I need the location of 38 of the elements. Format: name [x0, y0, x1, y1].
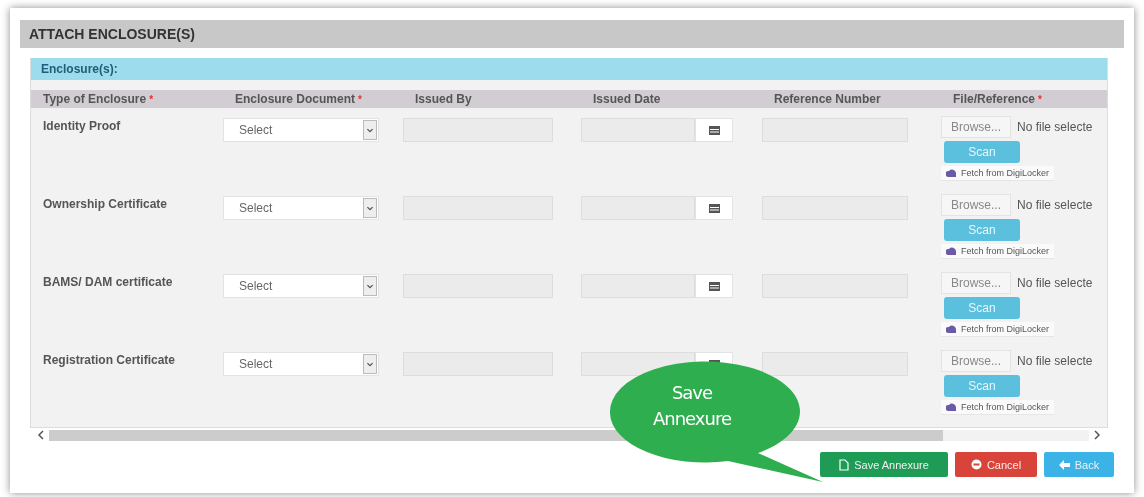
enclosure-type: BAMS/ DAM certificate	[42, 275, 173, 289]
fetch-link[interactable]: Fetch from DigiLocker	[941, 400, 1055, 415]
file-status: No file selecte	[1017, 198, 1093, 212]
scan-button[interactable]: Scan	[944, 141, 1020, 163]
fetch-link[interactable]: Fetch from DigiLocker	[941, 244, 1055, 259]
enclosure-type: Registration Certificate	[42, 353, 176, 367]
file-status: No file selecte	[1017, 354, 1093, 368]
file-status: No file selecte	[1017, 276, 1093, 290]
column-header: Issued By	[415, 92, 472, 106]
column-header: File/Reference	[953, 92, 1036, 106]
column-header: Type of Enclosure	[43, 92, 147, 106]
document-select[interactable]: Select	[223, 196, 379, 220]
required-mark: *	[358, 93, 362, 105]
back-button[interactable]: Back	[1044, 452, 1114, 477]
scan-button[interactable]: Scan	[944, 219, 1020, 241]
enclosure-type: Identity Proof	[42, 119, 121, 133]
browse-button[interactable]: Browse...	[941, 272, 1011, 294]
browse-button[interactable]: Browse...	[941, 116, 1011, 138]
document-select[interactable]: Select	[223, 352, 379, 376]
fetch-link[interactable]: Fetch from DigiLocker	[941, 322, 1055, 337]
column-header: Enclosure Document	[235, 92, 356, 106]
document-select[interactable]: Select	[223, 118, 379, 142]
panel-title: Enclosure(s):	[41, 62, 118, 76]
file-status: No file selecte	[1017, 120, 1093, 134]
scan-button[interactable]: Scan	[944, 297, 1020, 319]
enclosure-type: Ownership Certificate	[42, 197, 168, 211]
scan-button[interactable]: Scan	[944, 375, 1020, 397]
required-mark: *	[1038, 93, 1042, 105]
column-header: Issued Date	[593, 92, 661, 106]
required-mark: *	[149, 93, 154, 105]
save-button[interactable]: Save Annexure	[820, 452, 948, 477]
browse-button[interactable]: Browse...	[941, 350, 1011, 372]
fetch-link[interactable]: Fetch from DigiLocker	[941, 166, 1055, 181]
section-title: ATTACH ENCLOSURE(S)	[29, 26, 195, 42]
column-header: Reference Number	[774, 92, 881, 106]
cancel-button[interactable]: Cancel	[955, 452, 1037, 477]
browse-button[interactable]: Browse...	[941, 194, 1011, 216]
document-select[interactable]: Select	[223, 274, 379, 298]
